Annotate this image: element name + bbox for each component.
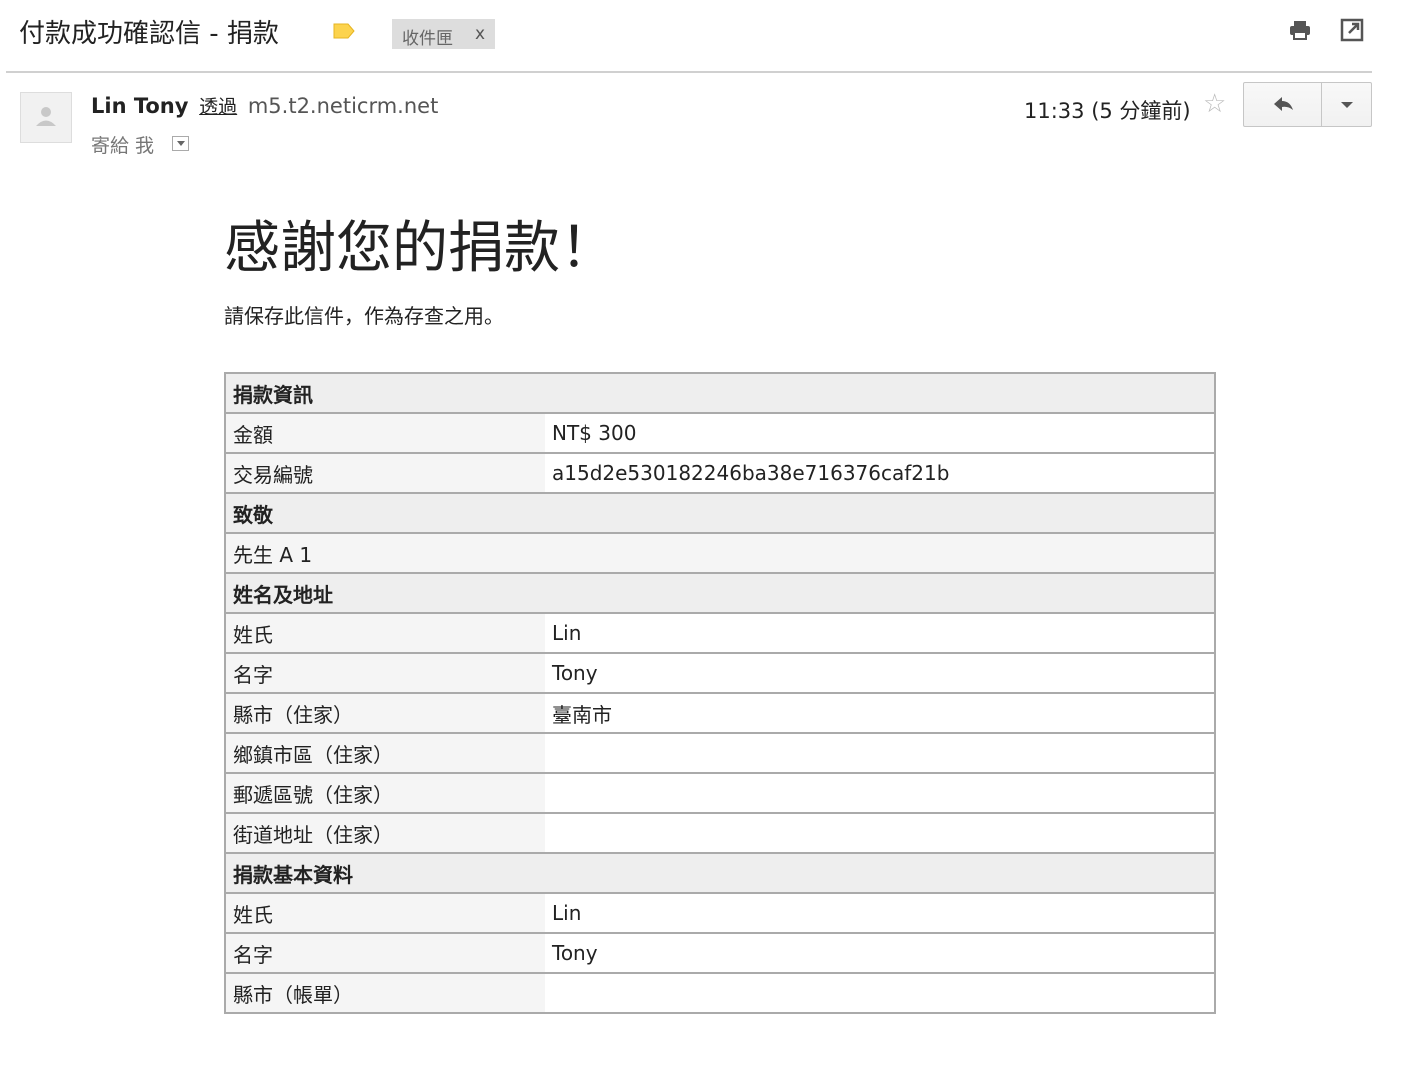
section-title: 捐款資訊 — [224, 372, 1216, 414]
sender-name[interactable]: Lin Tony — [91, 94, 188, 118]
table-row: 郵遞區號（住家） — [224, 772, 1216, 814]
inbox-label-text: 收件匣 — [402, 29, 453, 49]
row-label: 姓氏 — [224, 892, 545, 934]
more-actions-button[interactable] — [1321, 82, 1372, 127]
row-label: 金額 — [224, 412, 545, 454]
row-value: Tony — [545, 932, 1216, 974]
row-value: Lin — [545, 892, 1216, 934]
sender-domain: m5.t2.neticrm.net — [247, 94, 439, 118]
row-label: 縣市（住家） — [224, 692, 545, 734]
section-title: 致敬 — [224, 492, 1216, 534]
email-heading: 感謝您的捐款！ — [224, 216, 616, 281]
row-label: 姓氏 — [224, 612, 545, 654]
recipient-line: 寄給 我 — [91, 131, 190, 158]
row-value — [545, 812, 1216, 854]
row-value — [545, 732, 1216, 774]
row-label: 鄉鎮市區（住家） — [224, 732, 545, 774]
printer-icon[interactable] — [1288, 18, 1312, 42]
via-link[interactable]: 透過 — [199, 96, 237, 118]
table-row: 縣市（住家） 臺南市 — [224, 692, 1216, 734]
row-label: 名字 — [224, 932, 545, 974]
row-value: Tony — [545, 652, 1216, 694]
inbox-label-chip[interactable]: 收件匣 x — [392, 19, 495, 49]
recipient-text: 寄給 我 — [91, 135, 155, 157]
section-header-row: 捐款基本資料 — [224, 852, 1216, 894]
donation-info-table: 捐款資訊 金額 NT$ 300 交易編號 a15d2e530182246ba38e716… — [224, 372, 1216, 1014]
sender-line: Lin Tony 透過 m5.t2.neticrm.net — [91, 92, 438, 119]
subject-bar: 付款成功確認信 - 捐款 收件匣 x — [0, 0, 1401, 73]
sender-avatar[interactable] — [20, 92, 72, 143]
table-row: 金額 NT$ 300 — [224, 412, 1216, 454]
table-row: 先生 A 1 — [224, 532, 1216, 574]
row-value — [545, 772, 1216, 814]
row-label: 郵遞區號（住家） — [224, 772, 545, 814]
row-label: 交易編號 — [224, 452, 545, 494]
row-label: 街道地址（住家） — [224, 812, 545, 854]
new-window-icon[interactable] — [1340, 18, 1364, 42]
details-dropdown-button[interactable] — [172, 136, 190, 151]
table-row: 姓氏 Lin — [224, 612, 1216, 654]
star-icon[interactable]: ☆ — [1203, 89, 1226, 119]
row-value: 先生 A 1 — [224, 532, 1216, 574]
row-value: a15d2e530182246ba38e716376caf21b — [545, 452, 1216, 494]
row-label: 名字 — [224, 652, 545, 694]
table-row: 街道地址（住家） — [224, 812, 1216, 854]
email-timestamp: 11:33 (5 分鐘前) — [1024, 99, 1191, 123]
section-title: 捐款基本資料 — [224, 852, 1216, 894]
person-icon — [36, 107, 56, 126]
label-icon[interactable] — [333, 23, 355, 39]
table-row: 名字 Tony — [224, 932, 1216, 974]
section-header-row: 姓名及地址 — [224, 572, 1216, 614]
table-row: 姓氏 Lin — [224, 892, 1216, 934]
row-value: 臺南市 — [545, 692, 1216, 734]
section-header-row: 捐款資訊 — [224, 372, 1216, 414]
section-title: 姓名及地址 — [224, 572, 1216, 614]
reply-icon — [1274, 97, 1293, 111]
reply-button[interactable] — [1243, 82, 1322, 127]
remove-label-button[interactable]: x — [475, 24, 485, 44]
table-row: 名字 Tony — [224, 652, 1216, 694]
table-row: 縣市（帳單） — [224, 972, 1216, 1014]
section-header-row: 致敬 — [224, 492, 1216, 534]
row-label: 縣市（帳單） — [224, 972, 545, 1014]
row-value: Lin — [545, 612, 1216, 654]
row-value — [545, 972, 1216, 1014]
table-row: 交易編號 a15d2e530182246ba38e716376caf21b — [224, 452, 1216, 494]
email-subject: 付款成功確認信 - 捐款 — [19, 19, 279, 49]
save-note: 請保存此信件，作為存查之用。 — [224, 304, 504, 328]
header-divider — [6, 71, 1372, 73]
table-row: 鄉鎮市區（住家） — [224, 732, 1216, 774]
row-value: NT$ 300 — [545, 412, 1216, 454]
